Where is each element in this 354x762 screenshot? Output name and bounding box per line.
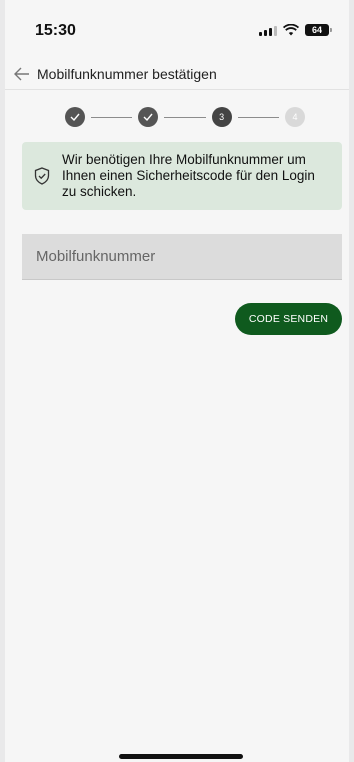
battery-icon: 64 — [305, 24, 332, 36]
step-2-completed — [138, 107, 159, 127]
app-bar: Mobilfunknummer bestätigen — [5, 58, 349, 90]
checkmark-icon — [143, 113, 153, 121]
checkmark-icon — [70, 113, 80, 121]
step-4-pending: 4 — [284, 107, 305, 127]
progress-stepper: 3 4 — [65, 106, 305, 128]
home-indicator[interactable] — [119, 754, 243, 759]
status-icons: 64 — [259, 24, 332, 36]
status-time: 15:30 — [35, 22, 76, 39]
cellular-signal-icon — [259, 25, 277, 36]
step-1-completed — [65, 107, 85, 127]
step-connector — [164, 116, 206, 118]
page-title: Mobilfunknummer bestätigen — [37, 65, 217, 82]
wifi-icon — [283, 24, 299, 36]
status-bar: 15:30 64 — [5, 0, 349, 58]
step-3-current: 3 — [211, 107, 232, 127]
phone-screen: 15:30 64 Mobilfunknummer bestätigen 3 4 … — [5, 0, 349, 762]
info-text: Wir benötigen Ihre Mobilfunknummer um Ih… — [62, 152, 315, 199]
shield-check-icon — [34, 167, 50, 185]
send-code-button[interactable]: CODE SENDEN — [235, 303, 342, 335]
back-button[interactable] — [9, 61, 35, 87]
step-connector — [237, 116, 279, 118]
content-area: 3 4 Wir benötigen Ihre Mobilfunknummer u… — [5, 90, 349, 762]
arrow-left-icon — [14, 67, 29, 80]
info-message: Wir benötigen Ihre Mobilfunknummer um Ih… — [22, 142, 342, 210]
phone-number-input[interactable] — [22, 234, 342, 280]
step-connector — [91, 116, 133, 118]
